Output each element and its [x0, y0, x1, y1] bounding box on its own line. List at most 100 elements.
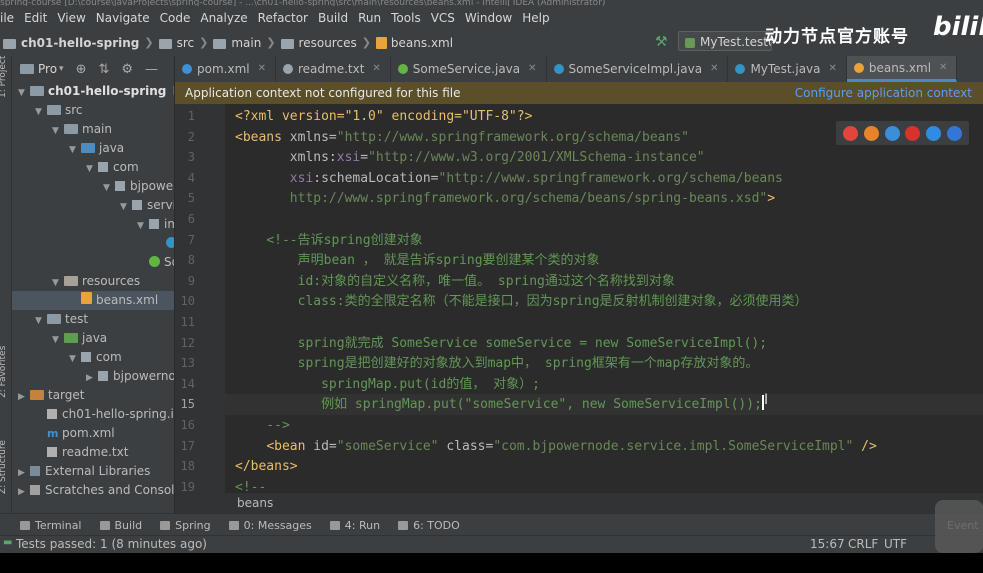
firefox-icon[interactable] [863, 125, 879, 141]
edge-icon[interactable] [947, 125, 963, 141]
code-line[interactable]: </beans> [235, 456, 298, 477]
menu-code[interactable]: Code [155, 11, 196, 25]
code-line[interactable]: http://www.springframework.org/schema/be… [235, 188, 775, 209]
expand-arrow-icon[interactable]: ▼ [35, 312, 47, 329]
editor-tab[interactable]: beans.xml ✕ [846, 55, 958, 82]
expand-arrow-icon[interactable]: ▼ [52, 274, 64, 291]
breadcrumb-beans[interactable]: beans [237, 496, 273, 510]
gear-icon[interactable]: ⚙ [121, 62, 133, 77]
project-panel-title[interactable]: Pro [38, 62, 57, 76]
opera-icon[interactable] [905, 125, 921, 141]
tree-item[interactable]: ▼ java [12, 329, 174, 348]
chrome-icon[interactable] [842, 125, 858, 141]
project-tool-tab[interactable]: 1: Project [0, 56, 8, 98]
menu-tools[interactable]: Tools [386, 11, 426, 25]
expand-arrow-icon[interactable]: ▼ [52, 122, 64, 139]
tree-item[interactable]: ▼service [12, 196, 174, 215]
menu-refactor[interactable]: Refactor [253, 11, 313, 25]
code-line[interactable]: xsi:schemaLocation="http://www.springfra… [235, 168, 783, 189]
tree-item[interactable]: ▼ com [12, 348, 174, 367]
tree-item[interactable]: ▶ target [12, 386, 174, 405]
menu-help[interactable]: Help [517, 11, 554, 25]
editor-tab[interactable]: MyTest.java ✕ [728, 56, 847, 82]
tree-item[interactable]: ▼ src [12, 101, 174, 120]
code-line[interactable]: <beans xmlns="http://www.springframework… [235, 127, 689, 148]
tree-item[interactable]: readme.txt [12, 443, 174, 462]
expand-arrow-icon[interactable]: ▼ [86, 160, 98, 177]
status-message[interactable]: Tests passed: 1 (8 minutes ago) [16, 537, 207, 551]
menu-vcs[interactable]: VCS [426, 11, 460, 25]
menu-view[interactable]: View [52, 11, 90, 25]
tool-tab[interactable]: Spring [160, 519, 211, 532]
collapse-arrow-icon[interactable]: ▶ [18, 483, 30, 500]
caret-position[interactable]: 15:67 [810, 537, 845, 551]
tree-item[interactable]: ch01-hello-spring.iml [12, 405, 174, 424]
locate-icon[interactable]: ⊕ [76, 62, 87, 77]
configure-context-link[interactable]: Configure application context [795, 86, 972, 100]
tool-tab[interactable]: 6: TODO [398, 519, 460, 532]
favorites-tool-tab[interactable]: 2: Favorites [0, 346, 8, 398]
close-icon[interactable]: ✕ [528, 56, 536, 82]
breadcrumb-item[interactable]: src ❯ [158, 36, 214, 50]
close-icon[interactable]: ✕ [829, 56, 837, 82]
editor-tab[interactable]: SomeServiceImpl.java ✕ [547, 56, 729, 82]
menu-ile[interactable]: ile [0, 11, 19, 25]
menu-window[interactable]: Window [460, 11, 517, 25]
breadcrumb-item[interactable]: beans.xml [375, 36, 453, 50]
tree-item[interactable]: ▼ ch01-hello-spring D:\cours [12, 82, 174, 101]
code-line[interactable]: <!-- [235, 477, 266, 493]
editor-tab[interactable]: pom.xml ✕ [175, 56, 276, 82]
close-icon[interactable]: ✕ [939, 55, 947, 81]
code-line[interactable]: <!--告诉spring创建对象 [235, 230, 422, 251]
tree-item[interactable]: ▼ main [12, 120, 174, 139]
collapse-icon[interactable]: ⇅ [98, 62, 109, 77]
tree-item[interactable]: ▼ com [12, 158, 174, 177]
tree-item[interactable]: ▼imp [12, 215, 174, 234]
close-icon[interactable]: ✕ [372, 56, 380, 82]
tool-tab[interactable]: Build [99, 519, 142, 532]
tree-item[interactable]: ▶ bjpowerno [12, 367, 174, 386]
breadcrumb-item[interactable]: main ❯ [213, 36, 280, 50]
expand-arrow-icon[interactable]: ▼ [52, 331, 64, 348]
tree-item[interactable]: Som [12, 253, 174, 272]
code-line[interactable]: springMap.put(id的值， 对象）; [235, 374, 540, 395]
expand-arrow-icon[interactable]: ▼ [103, 179, 115, 196]
hide-icon[interactable]: — [145, 62, 158, 77]
tree-item[interactable]: ▼ test [12, 310, 174, 329]
code-line[interactable]: spring就完成 SomeService someService = new … [235, 333, 767, 354]
editor-tab[interactable]: SomeService.java ✕ [391, 56, 547, 82]
collapse-arrow-icon[interactable]: ▶ [18, 388, 30, 405]
tree-item[interactable]: beans.xml [12, 291, 174, 310]
menu-edit[interactable]: Edit [19, 11, 52, 25]
code-line[interactable]: 声明bean ， 就是告诉spring要创建某个类的对象 [235, 250, 600, 271]
tool-tab[interactable]: Terminal [20, 519, 82, 532]
tool-tab[interactable]: 4: Run [329, 519, 380, 532]
tree-item[interactable]: ▼bjpowerno [12, 177, 174, 196]
code-line[interactable]: spring是把创建好的对象放入到map中， spring框架有一个map存放对… [235, 353, 759, 374]
tree-item[interactable]: ▼ resources [12, 272, 174, 291]
menu-navigate[interactable]: Navigate [91, 11, 155, 25]
tree-item[interactable]: m pom.xml [12, 424, 174, 443]
expand-arrow-icon[interactable]: ▼ [137, 217, 149, 234]
collapse-arrow-icon[interactable]: ▶ [18, 464, 30, 481]
tree-item[interactable]: ▼ java [12, 139, 174, 158]
tool-tab[interactable]: 0: Messages [228, 519, 312, 532]
expand-arrow-icon[interactable]: ▼ [18, 84, 30, 101]
menu-run[interactable]: Run [353, 11, 386, 25]
tree-item[interactable]: ▶ Scratches and Consoles [12, 481, 174, 500]
code-line[interactable]: class:类的全限定名称（不能是接口，因为spring是反射机制创建对象，必须… [235, 291, 808, 312]
collapse-arrow-icon[interactable]: ▶ [86, 369, 98, 386]
expand-arrow-icon[interactable]: ▼ [35, 103, 47, 120]
close-icon[interactable]: ✕ [258, 56, 266, 82]
tree-item[interactable]: ▶ External Libraries [12, 462, 174, 481]
menu-build[interactable]: Build [313, 11, 353, 25]
safari-icon[interactable] [884, 125, 900, 141]
expand-arrow-icon[interactable]: ▼ [120, 198, 132, 215]
dropdown-icon[interactable]: ▾ [59, 64, 64, 74]
breadcrumb-item[interactable]: ch01-hello-spring ❯ [3, 36, 159, 50]
file-encoding[interactable]: UTF [884, 537, 907, 551]
tree-item[interactable]: S [12, 234, 174, 253]
code-line[interactable]: xmlns:xsi="http://www.w3.org/2001/XMLSch… [235, 147, 705, 168]
run-configuration-select[interactable]: MyTest.test01 [678, 31, 772, 51]
line-separator[interactable]: CRLF [848, 537, 878, 551]
